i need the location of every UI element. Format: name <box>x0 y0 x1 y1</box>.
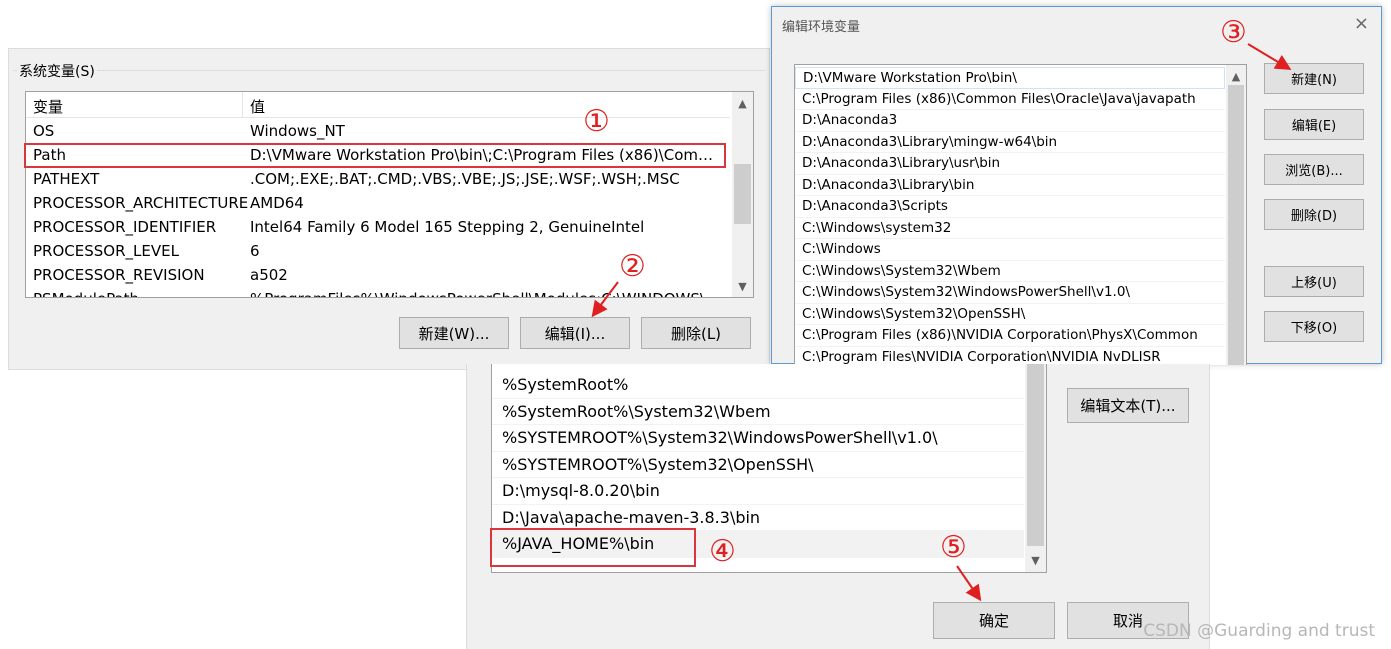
annotation-arrows <box>591 43 1292 602</box>
arrow-step-5 <box>956 565 982 602</box>
arrow-step-2 <box>591 281 619 318</box>
watermark: CSDN @Guarding and trust <box>1143 621 1375 641</box>
arrow-step-3 <box>1247 43 1292 71</box>
